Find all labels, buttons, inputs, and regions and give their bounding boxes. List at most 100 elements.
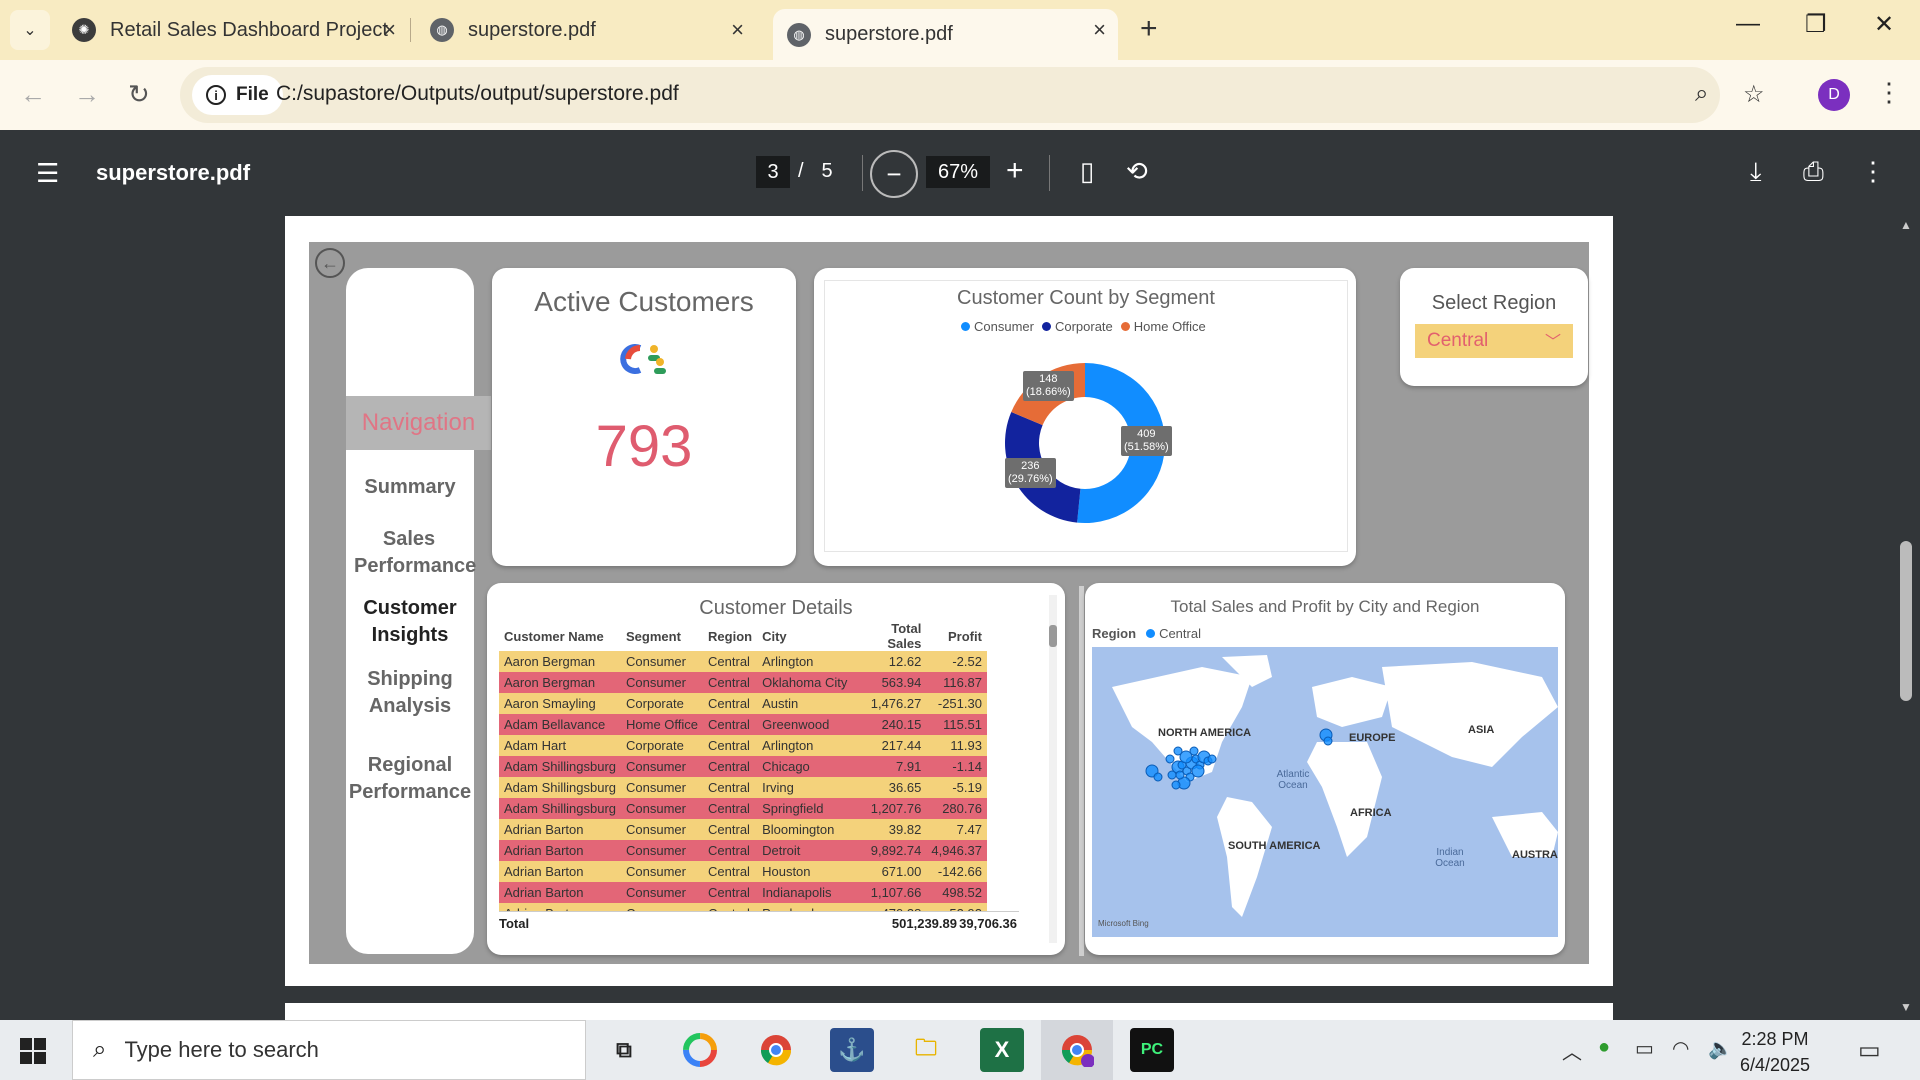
world-map[interactable]: NORTH AMERICA EUROPE ASIA AFRICA SOUTH A… bbox=[1092, 647, 1558, 937]
table-cell: Adrian Barton bbox=[499, 861, 622, 882]
profile-avatar[interactable]: D bbox=[1818, 79, 1850, 111]
map-bubble[interactable] bbox=[1171, 780, 1181, 790]
map-bubble[interactable] bbox=[1153, 772, 1163, 782]
table-row[interactable]: Aaron Bergman Consumer Central Oklahoma Cit… bbox=[499, 672, 987, 693]
table-scroll-area[interactable]: Customer Name Segment Region City Total Sale… bbox=[499, 621, 1019, 911]
table-scrollbar[interactable] bbox=[1049, 595, 1057, 943]
table-row[interactable]: Adam Hart Corporate Central Arlington 217.44… bbox=[499, 735, 987, 756]
nav-regional-performance[interactable]: Regional Performance bbox=[346, 752, 474, 806]
mysql-workbench-icon[interactable]: ⚓ bbox=[830, 1028, 874, 1072]
color-app-icon[interactable] bbox=[678, 1028, 722, 1072]
file-explorer-icon[interactable]: 🗀 bbox=[904, 1028, 948, 1072]
site-info-chip[interactable]: i File bbox=[192, 75, 283, 115]
chrome-icon[interactable] bbox=[754, 1028, 798, 1072]
map-bubble[interactable] bbox=[1207, 754, 1217, 764]
nav-sales-performance[interactable]: Sales Performance bbox=[346, 526, 476, 580]
scroll-down-icon[interactable]: ▼ bbox=[1900, 1000, 1912, 1014]
close-icon[interactable]: × bbox=[731, 17, 744, 43]
fit-page-icon[interactable]: ▯ bbox=[1080, 156, 1094, 187]
close-icon[interactable]: × bbox=[383, 17, 396, 43]
table-cell: Adrian Barton bbox=[499, 819, 622, 840]
map-bubble[interactable] bbox=[1191, 764, 1205, 778]
windows-start-icon[interactable] bbox=[20, 1038, 46, 1069]
column-header[interactable]: Profit bbox=[926, 621, 987, 651]
page-number-input[interactable]: 3 bbox=[756, 156, 790, 188]
pycharm-icon[interactable]: PC bbox=[1130, 1028, 1174, 1072]
tab-retail-dashboard[interactable]: ✺ Retail Sales Dashboard Project × bbox=[58, 9, 408, 51]
table-row[interactable]: Aaron Smayling Corporate Central Austin 1,47… bbox=[499, 693, 987, 714]
download-icon[interactable]: ⤓ bbox=[1750, 156, 1762, 188]
rotate-icon[interactable]: ⟲ bbox=[1126, 156, 1148, 187]
table-cell: 217.44 bbox=[852, 735, 927, 756]
table-cell: Consumer bbox=[621, 861, 704, 882]
table-row[interactable]: Aaron Bergman Consumer Central Arlington 12.… bbox=[499, 651, 987, 672]
table-cell: Springfield bbox=[757, 798, 853, 819]
zoom-out-button[interactable]: − bbox=[870, 150, 918, 198]
nav-shipping-analysis[interactable]: Shipping Analysis bbox=[346, 666, 474, 720]
nav-customer-insights[interactable]: Customer Insights bbox=[346, 595, 474, 649]
column-header[interactable]: Total Sales bbox=[852, 621, 926, 651]
table-row[interactable]: Adrian Barton Consumer Central Bloomington 3… bbox=[499, 819, 987, 840]
table-cell: Corporate bbox=[621, 693, 704, 714]
nav-summary[interactable]: Summary bbox=[346, 474, 474, 501]
show-hidden-icons[interactable]: ︿ bbox=[1562, 1036, 1582, 1065]
map-bubble[interactable] bbox=[1173, 746, 1183, 756]
table-row[interactable]: Adrian BartonConsumerCentralPearland470.… bbox=[499, 903, 987, 911]
browser-menu-icon[interactable]: ⋮ bbox=[1876, 77, 1902, 108]
table-cell: Consumer bbox=[621, 819, 704, 840]
zoom-icon[interactable]: ⌕ bbox=[1695, 80, 1708, 108]
system-clock[interactable]: 2:28 PM 6/4/2025 bbox=[1740, 1026, 1810, 1078]
scroll-up-icon[interactable]: ▲ bbox=[1900, 218, 1912, 232]
chrome-profile-icon[interactable] bbox=[1055, 1028, 1099, 1072]
map-bubble[interactable] bbox=[1323, 736, 1333, 746]
print-icon[interactable]: ⎙ bbox=[1803, 156, 1824, 188]
region-dropdown[interactable]: Central ﹀ bbox=[1415, 324, 1573, 358]
battery-icon[interactable]: ▭ bbox=[1635, 1036, 1654, 1061]
reload-icon[interactable]: ↻ bbox=[128, 79, 150, 110]
column-header[interactable]: Region bbox=[703, 621, 757, 651]
column-header[interactable]: City bbox=[757, 621, 852, 651]
table-row[interactable]: Adam Shillingsburg Consumer Central Springf… bbox=[499, 798, 987, 819]
vpn-icon[interactable]: ● bbox=[1598, 1036, 1610, 1059]
map-bubbles[interactable] bbox=[1092, 647, 1558, 937]
minimize-icon[interactable]: — bbox=[1736, 10, 1760, 38]
tab-superstore-2[interactable]: ◍ superstore.pdf × bbox=[773, 9, 1118, 60]
task-view-icon[interactable]: ⧉ bbox=[602, 1028, 646, 1072]
viewer-scrollbar-thumb[interactable] bbox=[1900, 541, 1912, 701]
table-row[interactable]: Adam Shillingsburg Consumer Central Chicago… bbox=[499, 756, 987, 777]
map-label-north-america: NORTH AMERICA bbox=[1158, 727, 1252, 739]
table-row[interactable]: Adrian Barton Consumer Central Indianapolis… bbox=[499, 882, 987, 903]
close-icon[interactable]: × bbox=[1093, 17, 1106, 43]
table-row[interactable]: Adam Bellavance Home Office Central Greenwo… bbox=[499, 714, 987, 735]
tab-search-button[interactable]: ⌄ bbox=[10, 10, 50, 50]
new-tab-icon[interactable]: + bbox=[1140, 12, 1158, 46]
pdf-more-icon[interactable]: ⋮ bbox=[1860, 156, 1886, 187]
notifications-icon[interactable]: ▭ bbox=[1858, 1036, 1881, 1065]
column-header[interactable]: Segment bbox=[621, 621, 703, 651]
column-header[interactable]: Customer Name bbox=[499, 621, 621, 651]
bookmark-star-icon[interactable]: ☆ bbox=[1743, 80, 1765, 109]
table-row[interactable]: Adam Shillingsburg Consumer Central Irving 3… bbox=[499, 777, 987, 798]
forward-icon[interactable]: → bbox=[74, 79, 100, 110]
wifi-icon[interactable]: ◠ bbox=[1672, 1036, 1689, 1061]
map-bubble[interactable] bbox=[1165, 754, 1175, 764]
zoom-level-input[interactable]: 67% bbox=[926, 156, 990, 188]
table-row[interactable]: Adrian Barton Consumer Central Detroit 9,892… bbox=[499, 840, 987, 861]
table-row[interactable]: Adrian Barton Consumer Central Houston 671.0… bbox=[499, 861, 987, 882]
back-arrow-icon[interactable]: ← bbox=[315, 248, 345, 278]
taskbar-search[interactable]: ⌕ Type here to search bbox=[72, 1020, 586, 1080]
pdf-viewer[interactable]: ← Navigation Summary Sales Performance C… bbox=[0, 216, 1920, 1020]
restore-icon[interactable]: ❐ bbox=[1805, 10, 1827, 39]
volume-icon[interactable]: 🔈 bbox=[1708, 1036, 1733, 1061]
zoom-in-button[interactable]: + bbox=[1006, 154, 1024, 188]
window-close-icon[interactable]: ✕ bbox=[1874, 10, 1894, 39]
tab-superstore-1[interactable]: ◍ superstore.pdf × bbox=[416, 9, 756, 51]
url-text[interactable]: C:/supastore/Outputs/output/superstore.p… bbox=[276, 82, 679, 106]
donut-visual[interactable]: Customer Count by Segment Consumer Corpo… bbox=[824, 280, 1348, 552]
table-cell: Central bbox=[703, 756, 758, 777]
excel-icon[interactable]: X bbox=[980, 1028, 1024, 1072]
hamburger-menu-icon[interactable]: ☰ bbox=[36, 158, 59, 189]
map-bubble[interactable] bbox=[1175, 770, 1185, 780]
back-icon[interactable]: ← bbox=[20, 79, 46, 110]
omnibox[interactable]: i File C:/supastore/Outputs/output/super… bbox=[180, 67, 1765, 123]
